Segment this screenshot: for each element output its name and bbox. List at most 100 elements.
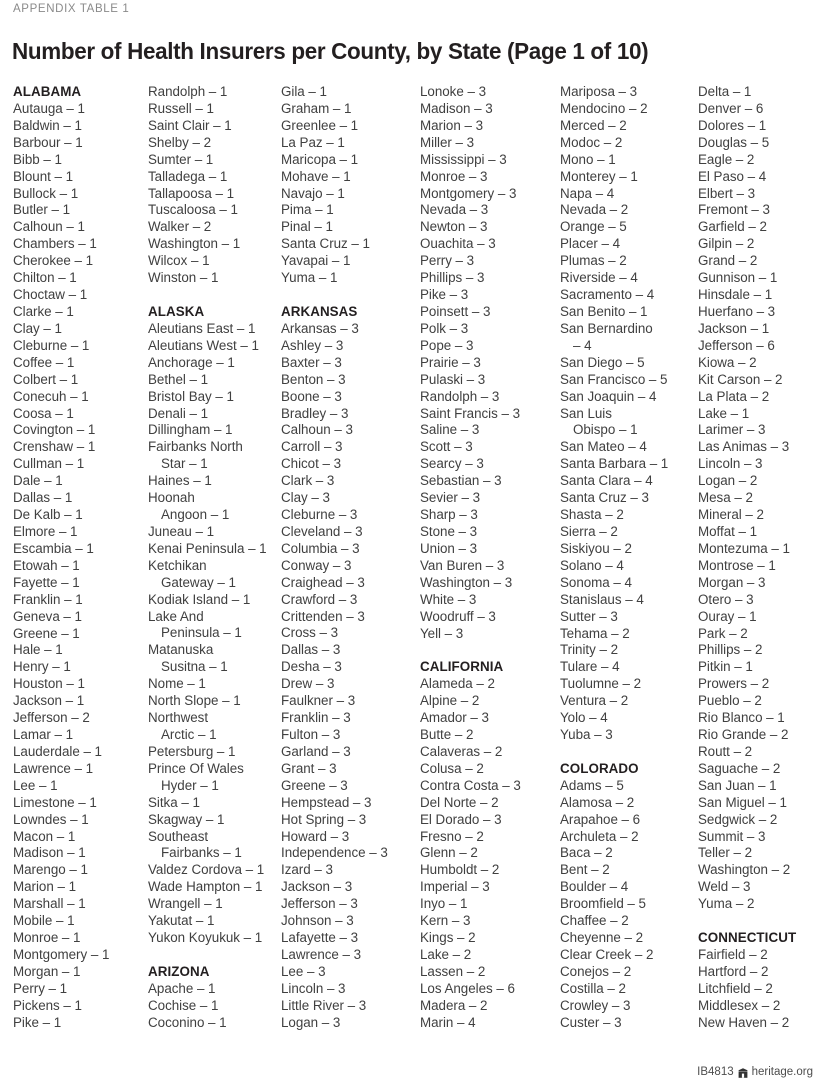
county-entry: Cheyenne – 2 [560, 930, 644, 946]
county-entry: Jefferson – 3 [281, 896, 358, 912]
county-entry: Los Angeles – 6 [420, 980, 515, 996]
county-entry: Cherokee – 1 [13, 253, 94, 269]
county-entry: Mariposa – 3 [560, 84, 638, 99]
county-entry: Rio Grande – 2 [698, 727, 789, 743]
county-entry: Lawrence – 1 [13, 760, 94, 776]
county-entry: Fremont – 3 [698, 202, 770, 218]
county-entry: San Joaquin – 4 [560, 388, 657, 404]
county-entry: Scott – 3 [420, 439, 473, 455]
county-entry: Maricopa – 1 [281, 151, 359, 167]
county-entry: Modoc – 2 [560, 134, 623, 150]
county-entry: Greene – 1 [13, 625, 80, 641]
county-entry: Ouachita – 3 [420, 236, 496, 252]
county-entry: Monroe – 1 [13, 930, 81, 946]
county-entry: Lassen – 2 [420, 963, 486, 979]
county-entry: Pickens – 1 [13, 997, 82, 1013]
county-entry: Lowndes – 1 [13, 811, 89, 827]
county-entry-continuation: – 4 [573, 337, 592, 353]
county-entry: Skagway – 1 [148, 811, 225, 827]
county-entry: Fairbanks North [148, 439, 243, 455]
county-entry: Siskiyou – 2 [560, 540, 632, 556]
county-entry: Sitka – 1 [148, 794, 200, 810]
county-entry-continuation: Hyder – 1 [161, 777, 219, 793]
county-entry: Crittenden – 3 [281, 608, 365, 624]
county-entry: White – 3 [420, 591, 477, 607]
county-entry: Marengo – 1 [13, 862, 88, 878]
column-spacer [420, 642, 558, 659]
county-entry: Lauderdale – 1 [13, 743, 102, 759]
county-entry: Custer – 3 [560, 1014, 622, 1030]
county-entry: Calaveras – 2 [420, 743, 503, 759]
county-column-1: Randolph – 1 Russell – 1 Saint Clair – 1 Sh… [148, 84, 280, 1032]
state-heading: COLORADO [560, 760, 639, 776]
county-entry: De Kalb – 1 [13, 507, 83, 523]
county-entry: North Slope – 1 [148, 693, 241, 709]
county-entry: Clark – 3 [281, 473, 335, 489]
county-entry: Chilton – 1 [13, 270, 77, 286]
county-entry: Wade Hampton – 1 [148, 879, 263, 895]
county-entry: Little River – 3 [281, 997, 367, 1013]
county-entry-continuation: Gateway – 1 [161, 574, 236, 590]
column-spacer [148, 947, 280, 964]
county-entry: Marion – 1 [13, 879, 76, 895]
county-entry: Nome – 1 [148, 676, 206, 692]
county-entry: Aleutians West – 1 [148, 337, 259, 353]
county-entry: Marion – 3 [420, 117, 483, 133]
county-entry: Dale – 1 [13, 473, 63, 489]
county-entry: Haines – 1 [148, 473, 212, 489]
county-entry: Greene – 3 [281, 777, 348, 793]
county-entry: Dillingham – 1 [148, 422, 233, 438]
county-entry: San Diego – 5 [560, 354, 645, 370]
column-spacer [281, 287, 419, 304]
county-entry: Shasta – 2 [560, 507, 624, 523]
county-entry: San Francisco – 5 [560, 371, 668, 387]
county-entry: Sierra – 2 [560, 523, 618, 539]
county-entry: Clay – 1 [13, 320, 62, 336]
county-entry: Washington – 1 [148, 236, 241, 252]
county-entry: Boone – 3 [281, 388, 342, 404]
county-entry: Sonoma – 4 [560, 574, 632, 590]
county-entry: Conejos – 2 [560, 963, 632, 979]
county-entry: New Haven – 2 [698, 1014, 790, 1030]
county-entry: Juneau – 1 [148, 523, 214, 539]
county-entry: Mesa – 2 [698, 490, 753, 506]
county-entry: Saint Francis – 3 [420, 405, 521, 421]
state-heading: CALIFORNIA [420, 659, 504, 675]
county-entry-continuation: Fairbanks – 1 [161, 845, 242, 861]
county-entry: Prairie – 3 [420, 354, 481, 370]
county-entry: Plumas – 2 [560, 253, 627, 269]
county-entry: Cochise – 1 [148, 997, 219, 1013]
county-entry: Sharp – 3 [420, 507, 478, 523]
county-entry: Chicot – 3 [281, 456, 342, 472]
county-entry: Cullman – 1 [13, 456, 85, 472]
county-entry: Grant – 3 [281, 760, 337, 776]
county-entry: Stone – 3 [420, 523, 478, 539]
county-entry: Pulaski – 3 [420, 371, 486, 387]
county-entry: Benton – 3 [281, 371, 346, 387]
county-entry: Cleburne – 3 [281, 507, 358, 523]
county-entry: Nevada – 2 [560, 202, 629, 218]
appendix-table-page: APPENDIX TABLE 1 Number of Health Insure… [0, 0, 825, 1088]
county-entry: La Paz – 1 [281, 134, 345, 150]
county-entry: Las Animas – 3 [698, 439, 790, 455]
county-entry: Jefferson – 2 [13, 710, 90, 726]
county-entry: Coosa – 1 [13, 405, 74, 421]
county-entry: Calhoun – 1 [13, 219, 85, 235]
county-entry: Pike – 3 [420, 287, 469, 303]
county-entry: Trinity – 2 [560, 642, 618, 658]
county-entry: Jackson – 1 [698, 320, 770, 336]
county-entry: Geneva – 1 [13, 608, 82, 624]
county-entry: Columbia – 3 [281, 540, 360, 556]
county-entry: Pima – 1 [281, 202, 334, 218]
county-entry: Carroll – 3 [281, 439, 343, 455]
county-entry: Lawrence – 3 [281, 947, 362, 962]
county-entry: Newton – 3 [420, 219, 488, 235]
footer: IB4813 heritage.org [697, 1066, 813, 1078]
county-entry: Fayette – 1 [13, 574, 80, 590]
county-entry: Riverside – 4 [560, 270, 638, 286]
county-entry: Saint Clair – 1 [148, 117, 232, 133]
county-column-4: Mariposa – 3 Mendocino – 2 Merced – 2 Modoc… [560, 84, 696, 1032]
county-entry: Yuma – 2 [698, 896, 755, 912]
county-entry: Craighead – 3 [281, 574, 365, 590]
county-entry: Yuba – 3 [560, 727, 613, 743]
